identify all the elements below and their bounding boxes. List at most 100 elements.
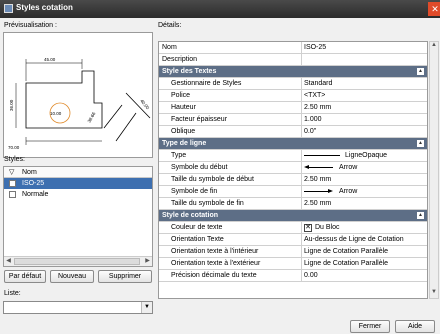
details-row[interactable]: Facteur épaisseur 1.000: [159, 114, 427, 126]
details-row[interactable]: Oblique 0.0": [159, 126, 427, 138]
property-value[interactable]: Arrow: [339, 188, 357, 195]
column-separator: [301, 198, 302, 209]
list-item[interactable]: Normale: [4, 189, 152, 200]
property-name: Symbole de fin: [171, 188, 218, 195]
property-name: Couleur de texte: [171, 224, 223, 231]
close-icon[interactable]: ✕: [428, 2, 440, 16]
property-name: Symbole du début: [171, 164, 228, 171]
details-row[interactable]: Orientation Texte Au-dessus de Ligne de C…: [159, 234, 427, 246]
property-value[interactable]: ISO-25: [304, 44, 326, 51]
details-section-header[interactable]: Type de ligne ▲: [159, 138, 427, 150]
column-separator: [301, 54, 302, 65]
styles-column-name: Nom: [22, 169, 37, 176]
details-row[interactable]: Police <TXT>: [159, 90, 427, 102]
details-section-header[interactable]: Style des Textes ▲: [159, 66, 427, 78]
style-checkbox[interactable]: [9, 180, 16, 187]
style-name: Normale: [22, 191, 49, 198]
scroll-thumb[interactable]: [14, 258, 140, 265]
details-row[interactable]: Taille du symbole de début 2.50 mm: [159, 174, 427, 186]
details-row[interactable]: Couleur de texte ✕ Du Bloc: [159, 222, 427, 234]
property-value[interactable]: 0.00: [304, 272, 318, 279]
collapse-icon[interactable]: ▲: [417, 68, 424, 75]
arrow-left-icon: [304, 165, 309, 169]
scroll-left-icon[interactable]: ◀: [4, 257, 13, 266]
list-dropdown[interactable]: ▼: [3, 301, 153, 314]
scroll-down-icon[interactable]: ▼: [430, 289, 438, 298]
preview-dim-4: 10.00: [50, 111, 62, 116]
property-name: Nom: [162, 44, 177, 51]
details-row[interactable]: Symbole du début Arrow: [159, 162, 427, 174]
list-item[interactable]: ISO-25: [4, 178, 152, 189]
dropdown-arrow-icon[interactable]: ▼: [141, 302, 152, 313]
styles-list-header[interactable]: ▽ Nom: [4, 167, 152, 178]
property-value[interactable]: 2.50 mm: [304, 200, 331, 207]
property-value[interactable]: Arrow: [339, 164, 357, 171]
details-row[interactable]: Gestionnaire de Styles Standard: [159, 78, 427, 90]
column-separator: [301, 186, 302, 197]
property-name: Taille du symbole de fin: [171, 200, 244, 207]
filter-icon[interactable]: ▽: [9, 168, 14, 176]
scroll-up-icon[interactable]: ▲: [430, 42, 438, 51]
column-separator: [301, 234, 302, 245]
details-row[interactable]: Précision décimale du texte 0.00: [159, 270, 427, 282]
details-row[interactable]: Taille du symbole de fin 2.50 mm: [159, 198, 427, 210]
property-name: Facteur épaisseur: [171, 116, 228, 123]
column-separator: [301, 270, 302, 281]
details-section-header[interactable]: Style de cotation ▲: [159, 210, 427, 222]
property-value[interactable]: 2.50 mm: [304, 176, 331, 183]
property-name: Police: [171, 92, 191, 99]
title-bar: Styles cotation ✕: [0, 0, 440, 18]
vertical-scrollbar[interactable]: ▲ ▼: [429, 41, 439, 299]
details-row[interactable]: Symbole de fin Arrow: [159, 186, 427, 198]
details-row[interactable]: Nom ISO-25: [159, 42, 427, 54]
property-value[interactable]: 2.50 mm: [304, 104, 331, 111]
line-sample: [304, 155, 340, 156]
help-button[interactable]: Aide: [395, 320, 435, 333]
details-row[interactable]: Orientation texte à l'intérieur Ligne de …: [159, 246, 427, 258]
property-name: Précision décimale du texte: [171, 272, 257, 279]
delete-button[interactable]: Supprimer: [98, 270, 152, 283]
dimension-preview: 45.00 36.00 38.66 10.00 40.00 70.00: [3, 32, 153, 158]
property-value[interactable]: Au-dessus de Ligne de Cotation: [304, 236, 404, 243]
window-title: Styles cotation: [16, 3, 73, 12]
property-value[interactable]: Du Bloc: [315, 224, 340, 231]
property-value[interactable]: Standard: [304, 80, 332, 87]
column-separator: [301, 102, 302, 113]
style-checkbox[interactable]: [9, 191, 16, 198]
section-title: Style de cotation: [162, 212, 219, 219]
preview-dim-6: 70.00: [8, 145, 20, 150]
preview-dim-2: 36.00: [9, 99, 14, 111]
column-separator: [301, 78, 302, 89]
details-grid[interactable]: Nom ISO-25 Description Style des Textes ▲ Ges…: [158, 41, 428, 299]
property-name: Orientation Texte: [171, 236, 224, 243]
property-value[interactable]: 0.0": [304, 128, 316, 135]
column-separator: [301, 162, 302, 173]
color-checkbox[interactable]: ✕: [304, 224, 312, 232]
details-row[interactable]: Description: [159, 54, 427, 66]
property-name: Hauteur: [171, 104, 196, 111]
details-row[interactable]: Hauteur 2.50 mm: [159, 102, 427, 114]
property-value[interactable]: LigneOpaque: [345, 152, 387, 159]
property-value[interactable]: Ligne de Cotation Parallèle: [304, 248, 388, 255]
column-separator: [301, 114, 302, 125]
section-title: Style des Textes: [162, 68, 217, 75]
column-separator: [301, 126, 302, 137]
horizontal-scrollbar[interactable]: ◀ ▶: [4, 256, 152, 266]
collapse-icon[interactable]: ▲: [417, 212, 424, 219]
property-name: Description: [162, 56, 198, 63]
property-value[interactable]: Ligne de Cotation Parallèle: [304, 260, 388, 267]
collapse-icon[interactable]: ▲: [417, 140, 424, 147]
styles-list[interactable]: ▽ Nom ISO-25 Normale ◀ ▶: [3, 166, 153, 267]
property-name: Orientation texte à l'extérieur: [171, 260, 261, 267]
close-button[interactable]: Fermer: [350, 320, 390, 333]
property-value[interactable]: <TXT>: [304, 92, 325, 99]
property-value[interactable]: 1.000: [304, 116, 322, 123]
property-name: Orientation texte à l'intérieur: [171, 248, 259, 255]
details-row[interactable]: Orientation texte à l'extérieur Ligne de …: [159, 258, 427, 270]
scroll-right-icon[interactable]: ▶: [143, 257, 152, 266]
default-button[interactable]: Par défaut: [4, 270, 46, 283]
column-separator: [301, 174, 302, 185]
details-row[interactable]: Type LigneOpaque: [159, 150, 427, 162]
property-name: Taille du symbole de début: [171, 176, 254, 183]
new-button[interactable]: Nouveau: [50, 270, 94, 283]
